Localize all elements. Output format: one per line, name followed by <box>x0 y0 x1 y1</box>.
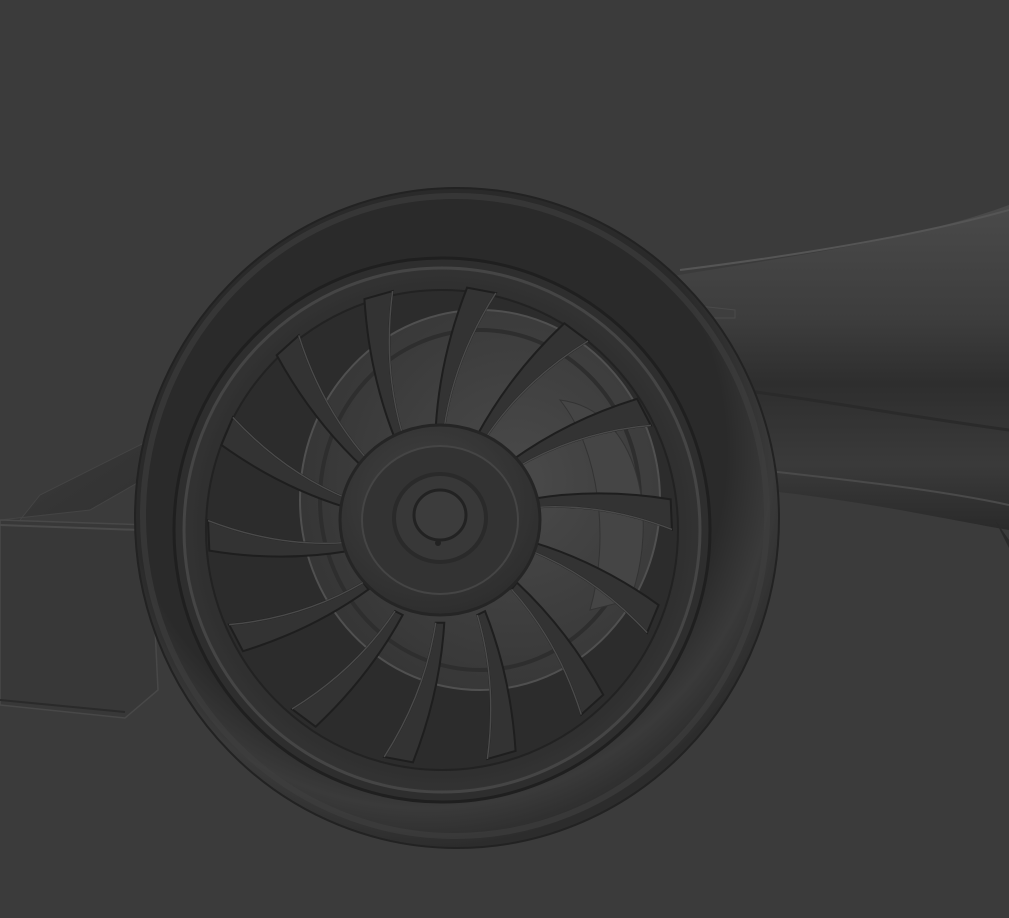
front-wing-endplate <box>0 519 159 719</box>
centre-nut <box>412 488 468 542</box>
wheel-assembly <box>134 187 780 849</box>
render-viewport <box>0 0 1009 918</box>
wheel-render-canvas <box>0 187 1009 849</box>
